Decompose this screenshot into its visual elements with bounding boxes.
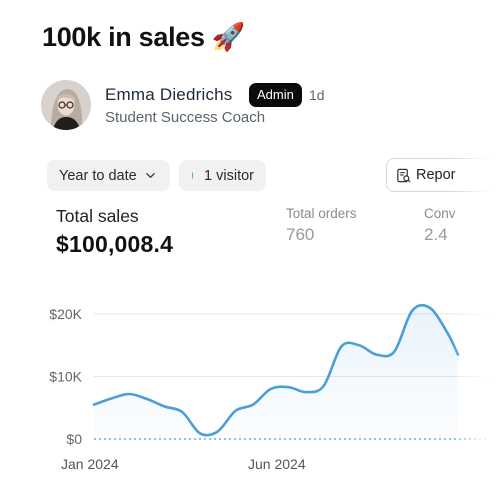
date-range-dropdown[interactable]: Year to date: [47, 160, 170, 191]
conversion-value: 2.4: [424, 225, 448, 244]
chevron-down-icon: [145, 173, 155, 178]
total-orders-value: 760: [286, 225, 315, 244]
visitors-label: 1 visitor: [204, 167, 254, 184]
x-tick-label: Jan 2024: [61, 456, 119, 472]
x-tick-label: Jun 2024: [248, 456, 306, 472]
report-button[interactable]: Repor: [386, 158, 496, 192]
live-visitors-indicator[interactable]: 1 visitor: [179, 160, 266, 191]
sales-chart: $20K $10K $0 Jan 2024 Jun 2024: [49, 303, 496, 472]
conversion-label: Conv: [424, 206, 456, 221]
post-age: 1d: [309, 87, 325, 103]
author-role: Student Success Coach: [105, 109, 266, 126]
y-tick-label: $0: [66, 431, 82, 447]
y-tick-label: $10K: [49, 369, 82, 385]
date-range-label: Year to date: [59, 167, 137, 184]
report-icon: [397, 168, 411, 182]
total-sales-label: Total sales: [56, 206, 139, 226]
author-avatar[interactable]: [41, 80, 91, 130]
report-label: Repor: [416, 167, 456, 183]
live-dot-icon: [192, 172, 194, 179]
sales-area-fill: [94, 305, 458, 439]
post-title: 100k in sales 🚀: [42, 22, 246, 52]
admin-badge: Admin: [249, 83, 302, 107]
y-tick-label: $20K: [49, 306, 82, 322]
post-page: 100k in sales 🚀 Emma Diedrichs Admin 1d …: [0, 0, 496, 503]
total-orders-label: Total orders: [286, 206, 357, 221]
author-name[interactable]: Emma Diedrichs: [105, 85, 233, 105]
total-sales-value: $100,008.4: [56, 231, 174, 257]
